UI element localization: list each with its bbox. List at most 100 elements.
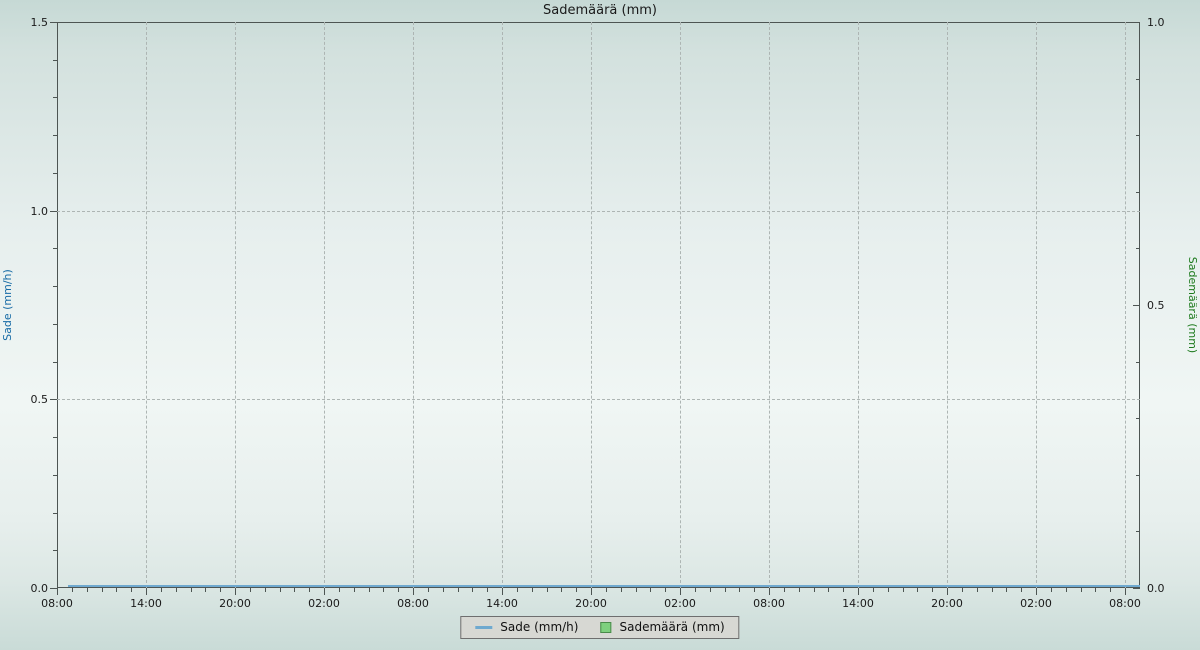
- x-axis-tick-label: 14:00: [480, 597, 524, 610]
- x-axis-major-tick: [57, 588, 58, 595]
- x-axis-tick-label: 14:00: [124, 597, 168, 610]
- x-axis-minor-tick: [532, 588, 533, 592]
- left-axis-minor-tick: [53, 286, 57, 287]
- x-axis-minor-tick: [977, 588, 978, 592]
- right-axis-tick-label: 0.5: [1147, 299, 1187, 312]
- left-axis-major-tick: [50, 399, 57, 400]
- right-axis-title: Sademäärä (mm): [1185, 250, 1199, 360]
- left-axis-minor-tick: [53, 475, 57, 476]
- x-axis-major-tick: [591, 588, 592, 595]
- left-axis-minor-tick: [53, 97, 57, 98]
- left-axis-minor-tick: [53, 60, 57, 61]
- x-axis-minor-tick: [814, 588, 815, 592]
- y-gridline: [57, 211, 1140, 212]
- x-gridline: [591, 22, 592, 588]
- x-axis-major-tick: [502, 588, 503, 595]
- right-axis-tick-label: 0.0: [1147, 582, 1187, 595]
- x-gridline: [502, 22, 503, 588]
- x-gridline: [1125, 22, 1126, 588]
- x-axis-minor-tick: [754, 588, 755, 592]
- x-axis-minor-tick: [205, 588, 206, 592]
- x-gridline: [413, 22, 414, 588]
- left-axis-major-tick: [50, 22, 57, 23]
- x-axis-minor-tick: [1110, 588, 1111, 592]
- x-axis-minor-tick: [695, 588, 696, 592]
- line-marker-icon: [475, 626, 492, 629]
- legend-item-sade: Sade (mm/h): [475, 621, 578, 634]
- x-axis-minor-tick: [1081, 588, 1082, 592]
- left-axis-tick-label: 0.5: [8, 393, 48, 406]
- x-axis-minor-tick: [917, 588, 918, 592]
- x-axis-minor-tick: [472, 588, 473, 592]
- x-axis-minor-tick: [176, 588, 177, 592]
- right-axis-minor-tick: [1136, 418, 1140, 419]
- series-sade-line: [68, 585, 1140, 587]
- right-axis-major-tick: [1133, 305, 1140, 306]
- legend-item-sademaara: Sademäärä (mm): [600, 621, 724, 634]
- x-axis-minor-tick: [265, 588, 266, 592]
- x-axis-minor-tick: [294, 588, 295, 592]
- x-axis-major-tick: [858, 588, 859, 595]
- x-axis-tick-label: 14:00: [836, 597, 880, 610]
- x-axis-tick-label: 08:00: [35, 597, 79, 610]
- legend-label-sademaara: Sademäärä (mm): [619, 621, 724, 634]
- right-axis-minor-tick: [1136, 475, 1140, 476]
- square-marker-icon: [600, 622, 611, 633]
- right-axis-minor-tick: [1136, 192, 1140, 193]
- x-axis-minor-tick: [650, 588, 651, 592]
- left-axis-major-tick: [50, 211, 57, 212]
- right-axis-major-tick: [1133, 588, 1140, 589]
- x-axis-tick-label: 08:00: [391, 597, 435, 610]
- x-axis-tick-label: 08:00: [1103, 597, 1147, 610]
- x-axis-major-tick: [1036, 588, 1037, 595]
- left-axis-minor-tick: [53, 135, 57, 136]
- x-axis-minor-tick: [1006, 588, 1007, 592]
- x-axis-minor-tick: [576, 588, 577, 592]
- x-axis-minor-tick: [843, 588, 844, 592]
- x-axis-minor-tick: [428, 588, 429, 592]
- x-axis-minor-tick: [443, 588, 444, 592]
- x-axis-minor-tick: [1095, 588, 1096, 592]
- x-axis-minor-tick: [547, 588, 548, 592]
- x-axis-minor-tick: [1066, 588, 1067, 592]
- left-axis-minor-tick: [53, 513, 57, 514]
- legend: Sade (mm/h) Sademäärä (mm): [460, 616, 739, 639]
- x-axis-major-tick: [146, 588, 147, 595]
- x-axis-major-tick: [413, 588, 414, 595]
- x-axis-minor-tick: [116, 588, 117, 592]
- x-axis-major-tick: [235, 588, 236, 595]
- x-axis-major-tick: [769, 588, 770, 595]
- chart-figure: Sademäärä (mm) 08:00 14:00 20:00 02:00 08:00…: [0, 0, 1200, 650]
- x-axis-minor-tick: [1021, 588, 1022, 592]
- x-axis-minor-tick: [131, 588, 132, 592]
- x-axis-tick-label: 02:00: [1014, 597, 1058, 610]
- x-axis-minor-tick: [739, 588, 740, 592]
- x-axis-tick-label: 20:00: [925, 597, 969, 610]
- x-axis-minor-tick: [636, 588, 637, 592]
- x-axis-minor-tick: [458, 588, 459, 592]
- x-axis-minor-tick: [561, 588, 562, 592]
- x-axis-minor-tick: [828, 588, 829, 592]
- x-gridline: [947, 22, 948, 588]
- right-axis-tick-label: 1.0: [1147, 16, 1187, 29]
- x-axis-minor-tick: [280, 588, 281, 592]
- x-axis-minor-tick: [932, 588, 933, 592]
- x-axis-tick-label: 08:00: [747, 597, 791, 610]
- x-axis-minor-tick: [250, 588, 251, 592]
- x-gridline: [680, 22, 681, 588]
- left-axis-minor-tick: [53, 437, 57, 438]
- x-gridline: [858, 22, 859, 588]
- left-axis-minor-tick: [53, 324, 57, 325]
- x-gridline: [146, 22, 147, 588]
- x-axis-minor-tick: [725, 588, 726, 592]
- x-gridline: [769, 22, 770, 588]
- legend-label-sade: Sade (mm/h): [500, 621, 578, 634]
- x-axis-minor-tick: [161, 588, 162, 592]
- x-axis-tick-label: 02:00: [302, 597, 346, 610]
- x-axis-minor-tick: [962, 588, 963, 592]
- right-axis-minor-tick: [1136, 135, 1140, 136]
- x-axis-minor-tick: [339, 588, 340, 592]
- x-axis-tick-label: 20:00: [569, 597, 613, 610]
- x-gridline: [324, 22, 325, 588]
- left-axis-minor-tick: [53, 248, 57, 249]
